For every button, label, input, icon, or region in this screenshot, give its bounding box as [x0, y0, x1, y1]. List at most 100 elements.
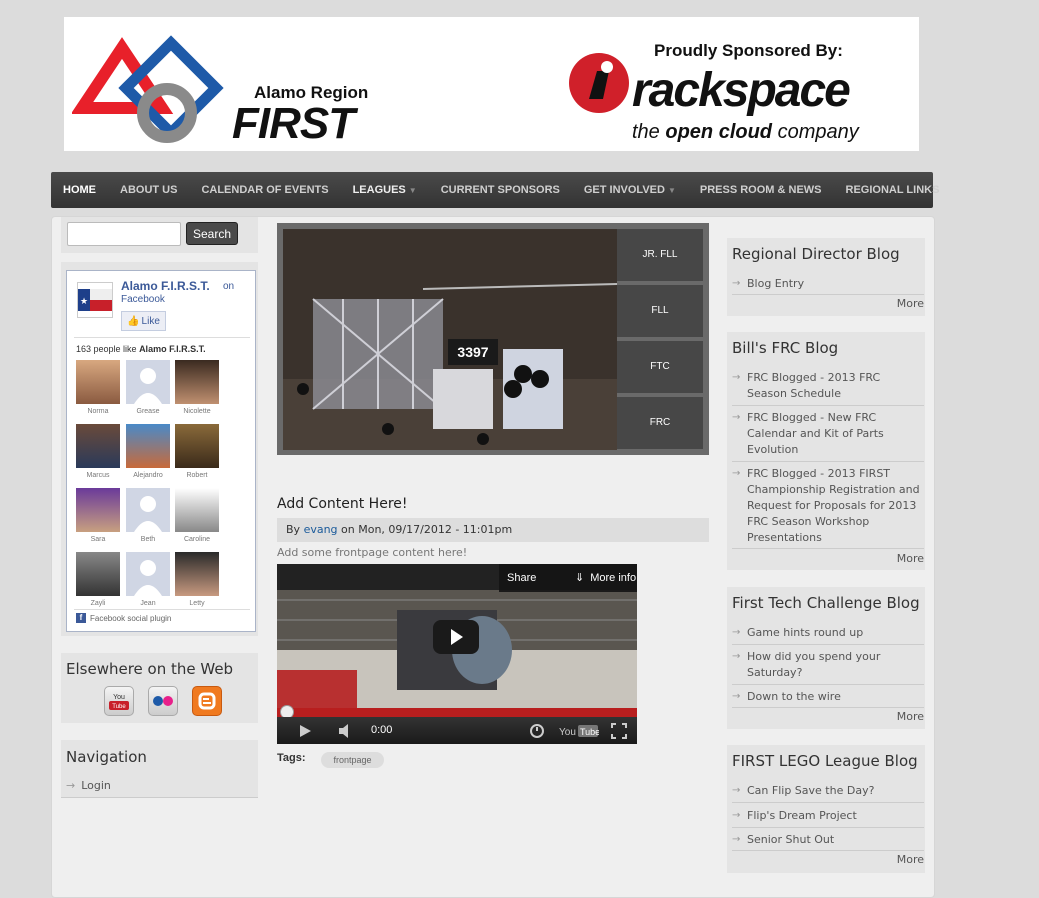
- more-link[interactable]: More: [880, 552, 924, 565]
- login-link[interactable]: → Login: [66, 779, 111, 792]
- divider: [732, 461, 924, 462]
- frc-blog-title: Bill's FRC Blog: [732, 339, 839, 357]
- byline: By evang on Mon, 09/17/2012 - 11:01pm: [286, 523, 513, 536]
- like-count: 163 people like Alamo F.I.R.S.T.: [76, 344, 206, 354]
- chevron-down-icon: ▼: [408, 186, 417, 195]
- blog-link[interactable]: → FRC Blogged - 2013 FIRST Championship R…: [732, 466, 922, 546]
- nav-item-regional-links[interactable]: REGIONAL LINKS: [834, 184, 952, 196]
- blog-link[interactable]: → Senior Shut Out: [732, 832, 922, 848]
- more-link[interactable]: More: [880, 710, 924, 723]
- sponsor-name: rackspace: [632, 64, 851, 117]
- share-button[interactable]: Share: [507, 572, 536, 584]
- first-logo-icon: [72, 35, 224, 143]
- blog-link[interactable]: → FRC Blogged - 2013 FRC Season Schedule: [732, 370, 922, 402]
- flickr-icon[interactable]: [148, 686, 178, 716]
- tab-ftc[interactable]: FTC: [617, 341, 703, 393]
- play-button[interactable]: [433, 620, 479, 654]
- fan-avatar[interactable]: Alejandro: [126, 424, 170, 479]
- youtube-icon[interactable]: You Tube: [104, 686, 134, 716]
- facebook-on-text: on: [223, 281, 235, 292]
- fullscreen-icon[interactable]: [611, 723, 627, 739]
- divider: [61, 797, 258, 798]
- volume-icon[interactable]: [337, 723, 355, 739]
- divider: [732, 644, 924, 645]
- nav-item-leagues[interactable]: LEAGUES ▼: [341, 184, 429, 196]
- nav-item-sponsors[interactable]: CURRENT SPONSORS: [429, 184, 572, 196]
- blog-link[interactable]: → How did you spend your Saturday?: [732, 649, 922, 681]
- fan-avatar[interactable]: Caroline: [175, 488, 219, 543]
- more-link[interactable]: More: [880, 297, 924, 310]
- arrow-right-icon: →: [732, 785, 741, 796]
- arrow-right-icon: →: [732, 372, 741, 383]
- author-link[interactable]: evang: [304, 523, 338, 536]
- more-link[interactable]: More: [880, 853, 924, 866]
- facebook-link[interactable]: Facebook: [121, 294, 165, 305]
- first-wordmark: FIRST: [232, 99, 355, 148]
- fan-avatar[interactable]: Zayli: [76, 552, 120, 607]
- fan-avatar[interactable]: Letty: [175, 552, 219, 607]
- chevron-down-icon: ▼: [667, 186, 676, 195]
- tab-frc[interactable]: FRC: [617, 397, 703, 449]
- blogger-icon[interactable]: [192, 686, 222, 716]
- arrow-right-icon: →: [732, 810, 741, 821]
- tab-fll[interactable]: FLL: [617, 285, 703, 337]
- blog-link[interactable]: → Blog Entry: [732, 276, 922, 292]
- fan-avatar[interactable]: Nicolette: [175, 360, 219, 415]
- blog-link[interactable]: → FRC Blogged - New FRC Calendar and Kit …: [732, 410, 922, 458]
- arrow-right-icon: →: [732, 278, 741, 289]
- video-controls: You Tube: [277, 717, 637, 744]
- divider: [732, 548, 924, 549]
- fll-blog-title: FIRST LEGO League Blog: [732, 752, 918, 770]
- search-input[interactable]: [67, 222, 181, 246]
- fan-avatar[interactable]: Marcus: [76, 424, 120, 479]
- blog-link[interactable]: → Game hints round up: [732, 625, 922, 641]
- svg-text:You: You: [559, 727, 576, 738]
- more-info-button[interactable]: ⇓ More info: [575, 571, 636, 584]
- nav-item-press-room[interactable]: PRESS ROOM & NEWS: [688, 184, 834, 196]
- fan-avatar[interactable]: Norma: [76, 360, 120, 415]
- divider: [732, 802, 924, 803]
- video-progress[interactable]: [277, 705, 637, 719]
- fan-avatar[interactable]: Jean: [126, 552, 170, 607]
- svg-text:You: You: [113, 694, 125, 701]
- rackspace-logo-icon: [569, 53, 629, 113]
- fan-avatar[interactable]: Robert: [175, 424, 219, 479]
- sponsor-label: Proudly Sponsored By:: [654, 41, 843, 60]
- nav-item-calendar[interactable]: CALENDAR OF EVENTS: [189, 184, 340, 196]
- like-button[interactable]: 👍 Like: [121, 311, 166, 331]
- nav-item-about-us[interactable]: ABOUT US: [108, 184, 189, 196]
- youtube-logo-icon[interactable]: You Tube: [559, 723, 599, 739]
- blog-link[interactable]: → Flip's Dream Project: [732, 808, 922, 824]
- fan-avatar[interactable]: Grease: [126, 360, 170, 415]
- svg-text:Tube: Tube: [112, 704, 126, 710]
- facebook-page-name[interactable]: Alamo F.I.R.S.T.: [121, 279, 210, 293]
- navigation-title: Navigation: [66, 748, 147, 766]
- tab-jr-fll[interactable]: JR. FLL: [617, 229, 703, 281]
- divider: [74, 609, 250, 610]
- search-button[interactable]: Search: [186, 222, 238, 245]
- divider: [732, 827, 924, 828]
- main-nav: HOME ABOUT US CALENDAR OF EVENTS LEAGUES…: [51, 172, 939, 208]
- site-banner[interactable]: Alamo Region FIRST Proudly Sponsored By:…: [64, 17, 919, 151]
- fan-avatar[interactable]: Beth: [126, 488, 170, 543]
- arrow-right-icon: →: [732, 834, 741, 845]
- arrow-right-icon: →: [732, 627, 741, 638]
- play-icon[interactable]: [297, 723, 313, 739]
- divider: [732, 294, 924, 295]
- regional-blog-title: Regional Director Blog: [732, 245, 900, 263]
- page-avatar[interactable]: ★: [77, 282, 113, 318]
- tag-link[interactable]: frontpage: [321, 752, 384, 768]
- robot-photo[interactable]: 3397: [283, 229, 617, 450]
- clock-icon[interactable]: [529, 723, 545, 739]
- blog-link[interactable]: → Can Flip Save the Day?: [732, 783, 922, 799]
- texas-flag-icon: ★: [78, 289, 112, 311]
- blog-link[interactable]: → Down to the wire: [732, 689, 922, 705]
- facebook-plugin-label[interactable]: f Facebook social plugin: [76, 613, 171, 623]
- nav-item-home[interactable]: HOME: [51, 184, 108, 196]
- divider: [732, 405, 924, 406]
- article-title[interactable]: Add Content Here!: [277, 496, 408, 512]
- arrow-right-icon: →: [732, 651, 741, 662]
- fan-avatar[interactable]: Sara: [76, 488, 120, 543]
- divider: [732, 684, 924, 685]
- nav-item-get-involved[interactable]: GET INVOLVED ▼: [572, 184, 688, 196]
